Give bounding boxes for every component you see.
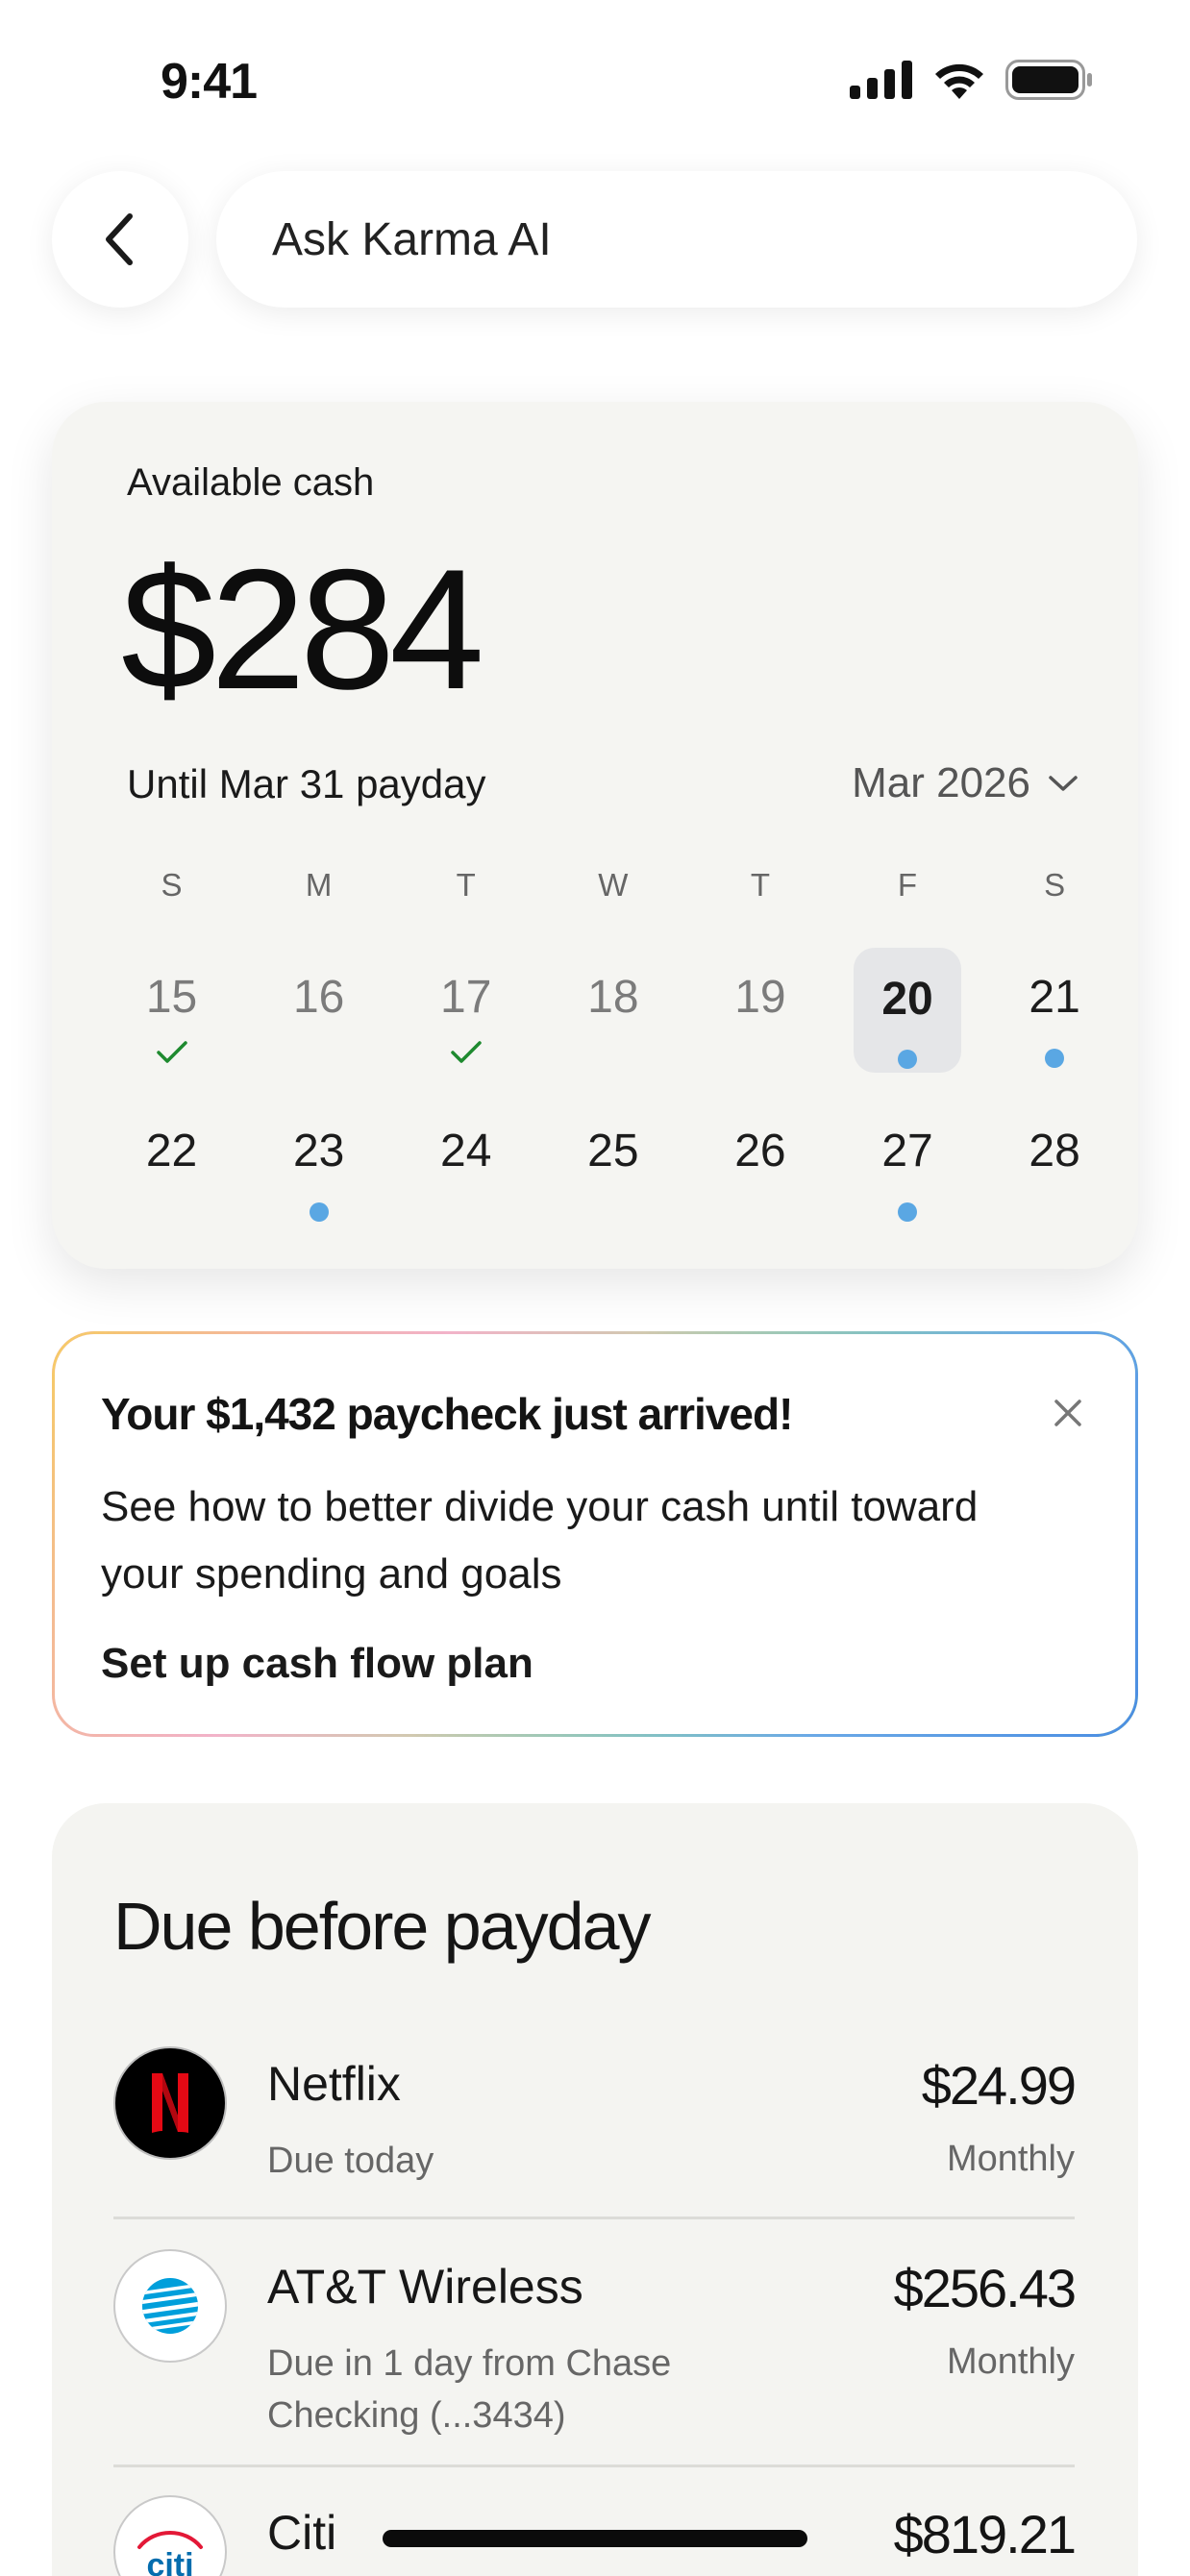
calendar-day-number: 15 [145, 972, 198, 1023]
svg-text:citi: citi [146, 2547, 193, 2576]
until-payday-label: Until Mar 31 payday [127, 761, 486, 806]
calendar-day-number: 20 [881, 974, 933, 1025]
battery-icon [1005, 60, 1092, 100]
bill-amount: $256.43 [893, 2258, 1077, 2318]
bill-amount: $24.99 [921, 2055, 1077, 2116]
calendar-day[interactable]: 27 [833, 1102, 980, 1226]
chevron-down-icon [1049, 776, 1078, 791]
citi-logo-icon: citi [137, 2531, 203, 2576]
divider [113, 2217, 1075, 2219]
calendar-day-number: 17 [440, 972, 492, 1023]
bill-subtitle: Due in 1 day from Chase Checking (...343… [267, 2343, 672, 2436]
available-cash-label: Available cash [127, 461, 375, 504]
calendar-day-number: 23 [292, 1126, 345, 1177]
calendar-day-number: 27 [881, 1126, 933, 1177]
calendar-day[interactable]: 28 [981, 1102, 1128, 1226]
divider [113, 2465, 1075, 2467]
wifi-icon [935, 63, 983, 99]
bill-due-dot [1045, 1049, 1065, 1068]
bill-name: AT&T Wireless [267, 2260, 583, 2314]
att-globe-icon [142, 2278, 198, 2334]
calendar-day[interactable]: 24 [392, 1102, 539, 1226]
bill-frequency: Monthly [946, 2341, 1075, 2382]
calendar-day[interactable]: 15 [98, 948, 245, 1073]
bill-row-att[interactable]: AT&T Wireless Due in 1 day from Chase Ch… [113, 2249, 1077, 2486]
calendar-day-number: 21 [1029, 972, 1080, 1023]
bill-name: Netflix [267, 2057, 401, 2111]
cellular-signal-icon [850, 61, 912, 99]
bill-due-dot [898, 1202, 918, 1222]
paycheck-notice: Your $1,432 paycheck just arrived! See h… [55, 1334, 1135, 1734]
calendar-day-number: 25 [587, 1126, 639, 1177]
calendar-day[interactable]: 22 [98, 1102, 245, 1226]
weekday-header: S M T W T F S [98, 867, 1128, 904]
status-bar: 9:41 [0, 0, 1190, 163]
available-cash-card: Available cash $284 Until Mar 31 payday … [52, 402, 1138, 1269]
bill-due-dot [309, 1202, 329, 1222]
checkmark-icon [98, 1040, 245, 1070]
weekday-label: T [456, 867, 476, 903]
available-cash-amount: $284 [121, 533, 484, 725]
close-icon[interactable] [1049, 1394, 1087, 1432]
calendar-day[interactable]: 16 [245, 948, 392, 1073]
paycheck-notice-border: Your $1,432 paycheck just arrived! See h… [52, 1331, 1138, 1737]
calendar-day[interactable]: 21 [981, 948, 1128, 1073]
calendar-day-number: 26 [734, 1126, 786, 1177]
status-time: 9:41 [161, 54, 258, 110]
calendar-day-number: 28 [1029, 1126, 1080, 1177]
bill-subtitle: Due today [267, 2141, 434, 2181]
weekday-label: W [598, 867, 629, 903]
calendar-day-number: 16 [292, 972, 345, 1023]
calendar-day-today[interactable]: 20 [833, 948, 980, 1073]
calendar-week: 15 16 17 18 19 20 21 [98, 948, 1128, 1073]
calendar-day-number: 24 [440, 1126, 492, 1177]
calendar-day[interactable]: 18 [539, 948, 686, 1073]
calendar-day[interactable]: 17 [392, 948, 539, 1073]
netflix-logo [113, 2046, 227, 2160]
status-icons [850, 60, 1094, 100]
netflix-n-icon [152, 2073, 188, 2133]
calendar-day[interactable]: 23 [245, 1102, 392, 1226]
ask-karma-ai-label: Ask Karma AI [272, 213, 552, 265]
calendar-day[interactable]: 25 [539, 1102, 686, 1226]
section-title: Due before payday [113, 1889, 652, 1964]
calendar-day[interactable]: 26 [686, 1102, 833, 1226]
due-before-payday-card: Due before payday Netflix Due today $24.… [52, 1803, 1138, 2576]
calendar-day-number: 18 [587, 972, 639, 1023]
back-button[interactable] [52, 171, 188, 308]
checkmark-icon [392, 1040, 539, 1070]
weekday-label: S [1044, 867, 1066, 903]
bill-due-dot [898, 1050, 918, 1069]
weekday-label: S [161, 867, 183, 903]
weekday-label: T [750, 867, 770, 903]
notice-title: Your $1,432 paycheck just arrived! [101, 1389, 793, 1439]
calendar-day-number: 19 [734, 972, 786, 1023]
home-indicator [383, 2530, 807, 2547]
set-up-cash-flow-plan-link[interactable]: Set up cash flow plan [101, 1640, 533, 1688]
bill-amount: $819.21 [893, 2504, 1077, 2564]
month-selector[interactable]: Mar 2026 [852, 759, 1078, 807]
citi-logo: citi [113, 2495, 227, 2576]
ask-karma-ai-input[interactable]: Ask Karma AI [216, 171, 1137, 308]
calendar-day[interactable]: 19 [686, 948, 833, 1073]
notice-body: See how to better divide your cash until… [101, 1483, 979, 1598]
bill-row-netflix[interactable]: Netflix Due today $24.99 Monthly [113, 2046, 1077, 2239]
bill-frequency: Monthly [946, 2139, 1075, 2179]
bill-name: Citi [267, 2506, 337, 2560]
calendar-day-number: 22 [145, 1126, 198, 1177]
chevron-left-icon [106, 213, 133, 265]
month-selector-label: Mar 2026 [852, 759, 1030, 806]
weekday-label: F [897, 867, 918, 903]
calendar-week: 22 23 24 25 26 27 28 [98, 1102, 1128, 1226]
weekday-label: M [305, 867, 333, 903]
att-logo [113, 2249, 227, 2363]
